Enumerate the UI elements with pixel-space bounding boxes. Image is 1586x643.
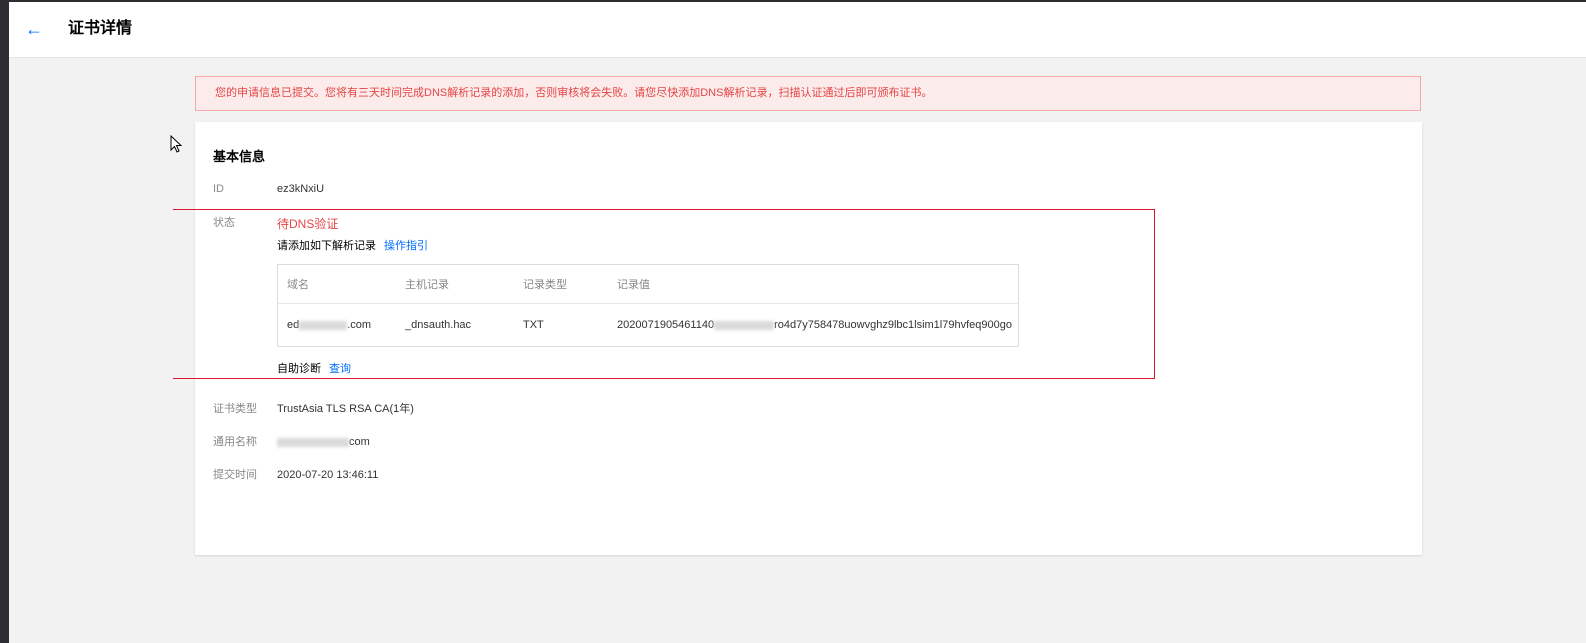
alert-banner: 您的申请信息已提交。您将有三天时间完成DNS解析记录的添加，否则审核将会失败。请… xyxy=(195,76,1421,111)
cert-type-label: 证书类型 xyxy=(213,403,257,415)
section-title: 基本信息 xyxy=(213,149,266,164)
redaction-blur xyxy=(277,437,349,447)
mouse-cursor-icon xyxy=(170,135,183,153)
id-label: ID xyxy=(213,183,224,195)
annotation-highlight-box xyxy=(173,209,1155,379)
common-name-label: 通用名称 xyxy=(213,436,257,448)
top-bar: ← 证书详情 xyxy=(9,2,1586,58)
arrow-left-icon[interactable]: ← xyxy=(25,19,45,39)
submit-time-value: 2020-07-20 13:46:11 xyxy=(277,469,379,481)
common-name-value: com xyxy=(277,435,370,449)
cert-type-value: TrustAsia TLS RSA CA(1年) xyxy=(277,403,414,415)
id-value: ez3kNxiU xyxy=(277,183,325,195)
common-name-suffix: com xyxy=(349,436,370,448)
page-title: 证书详情 xyxy=(68,20,133,37)
submit-time-label: 提交时间 xyxy=(213,469,257,481)
